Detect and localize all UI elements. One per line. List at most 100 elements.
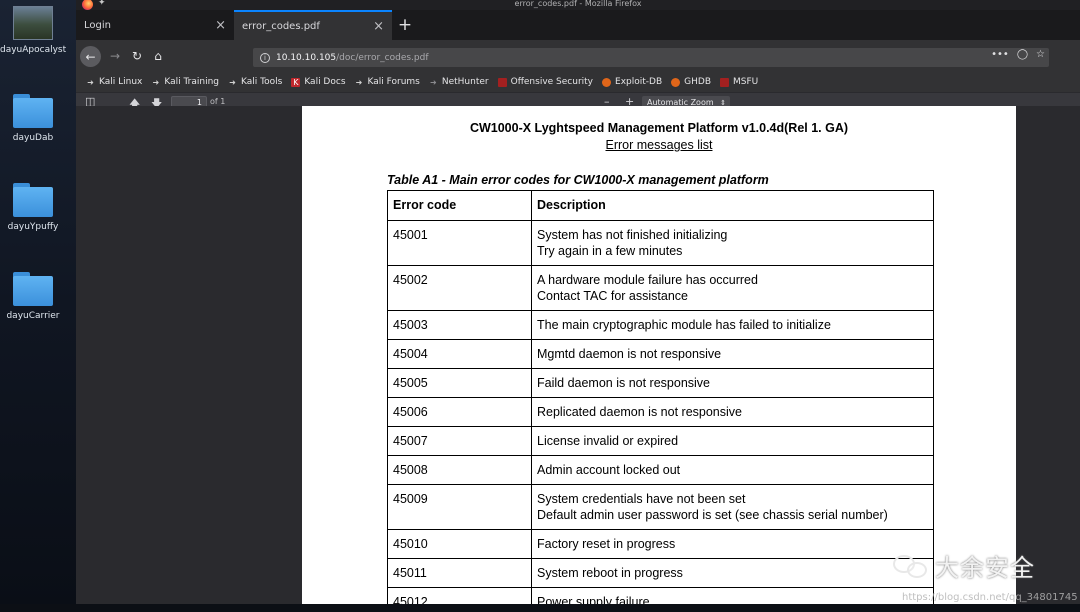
table-row: 45005 Faild daemon is not responsive — [387, 368, 934, 398]
back-button[interactable]: ← — [80, 46, 101, 67]
table-header-row: Error code Description — [387, 190, 934, 221]
close-tab-icon[interactable]: × — [373, 19, 384, 34]
table-row: 45012 Power supply failure — [387, 587, 934, 604]
bookmark-kali-forums[interactable]: ➜ Kali Forums — [355, 77, 420, 87]
nav-bar: ← → ↻ ⌂ i 10.10.10.105/doc/error_codes.p… — [76, 40, 1080, 72]
home-button[interactable]: ⌂ — [150, 48, 166, 64]
description-line: Contact TAC for assistance — [537, 289, 688, 303]
kali-dragon-icon: ➜ — [87, 77, 94, 87]
folder-icon — [13, 183, 53, 217]
bookmark-label: Kali Training — [164, 77, 220, 87]
firefox-window: ✦ error_codes.pdf - Mozilla Firefox Logi… — [76, 0, 1080, 604]
description-cell: System has not finished initializing Try … — [531, 220, 934, 266]
desktop-icon-dayuapocalyst[interactable]: dayuApocalyst — [0, 6, 66, 55]
error-codes-table: Error code Description 45001 System has n… — [387, 190, 934, 604]
description-cell: The main cryptographic module has failed… — [531, 310, 934, 340]
desktop-icon-dayuypuffy[interactable]: dayuYpuffy — [0, 183, 66, 232]
bookmark-label: Exploit-DB — [615, 77, 663, 87]
error-code-cell: 45010 — [387, 529, 532, 559]
description-line: Power supply failure — [537, 595, 650, 604]
bookmark-kali-training[interactable]: ➜ Kali Training — [151, 77, 220, 87]
desktop-icon-dayudab[interactable]: dayuDab — [0, 94, 66, 143]
table-row: 45011 System reboot in progress — [387, 558, 934, 588]
pdf-viewer[interactable]: CW1000-X Lyghtspeed Management Platform … — [76, 106, 1080, 604]
kali-dragon-icon: ➜ — [229, 77, 236, 87]
bookmark-label: Offensive Security — [510, 77, 594, 87]
description-line: The main cryptographic module has failed… — [537, 318, 831, 332]
desktop-panel — [0, 604, 1080, 612]
table-row: 45006 Replicated daemon is not responsive — [387, 397, 934, 427]
error-code-cell: 45004 — [387, 339, 532, 369]
tab-error-codes[interactable]: error_codes.pdf × — [234, 10, 392, 40]
tab-login[interactable]: Login × — [76, 10, 234, 40]
page-actions-icon[interactable]: ••• — [991, 49, 1009, 60]
bookmark-star-icon[interactable]: ☆ — [1036, 49, 1045, 60]
description-line: A hardware module failure has occurred — [537, 273, 758, 287]
reload-button[interactable]: ↻ — [129, 48, 145, 64]
table-caption: Table A1 - Main error codes for CW1000-X… — [387, 173, 769, 187]
description-cell: System reboot in progress — [531, 558, 934, 588]
window-title: error_codes.pdf - Mozilla Firefox — [514, 0, 642, 8]
description-cell: System credentials have not been set Defa… — [531, 484, 934, 530]
site-info-icon[interactable]: i — [260, 52, 270, 63]
bookmark-msfu[interactable]: MSFU — [720, 77, 758, 87]
table-row: 45002 A hardware module failure has occur… — [387, 265, 934, 311]
desktop-icon-label: dayuDab — [12, 133, 54, 143]
desktop-icon-dayucarrier[interactable]: dayuCarrier — [0, 272, 66, 321]
table-row: 45001 System has not finished initializin… — [387, 220, 934, 266]
bookmark-offensive-security[interactable]: Offensive Security — [497, 77, 594, 87]
desktop-icon-label: dayuYpuffy — [7, 222, 59, 232]
bookmark-nethunter[interactable]: ➜ NetHunter — [429, 77, 489, 87]
bookmark-kali-tools[interactable]: ➜ Kali Tools — [228, 77, 282, 87]
bookmark-label: Kali Linux — [99, 77, 143, 87]
description-cell: Power supply failure — [531, 587, 934, 604]
description-line: License invalid or expired — [537, 434, 679, 448]
bookmark-label: Kali Docs — [304, 77, 346, 87]
bookmark-kali-docs[interactable]: K Kali Docs — [291, 77, 346, 87]
bookmark-ghdb[interactable]: GHDB — [671, 77, 711, 87]
forward-button[interactable]: → — [107, 48, 123, 64]
url-host: 10.10.10.105 — [276, 52, 337, 63]
pocket-icon[interactable]: ◯ — [1017, 49, 1028, 60]
error-code-cell: 45003 — [387, 310, 532, 340]
document-title: CW1000-X Lyghtspeed Management Platform … — [469, 121, 849, 135]
close-tab-icon[interactable]: × — [215, 18, 226, 33]
url-bar[interactable]: i 10.10.10.105/doc/error_codes.pdf ••• ◯… — [253, 48, 1049, 67]
title-bar: ✦ error_codes.pdf - Mozilla Firefox — [76, 0, 1080, 10]
bookmarks-toolbar: ➜ Kali Linux ➜ Kali Training ➜ Kali Tools K… — [76, 72, 1080, 92]
error-code-cell: 45011 — [387, 558, 532, 588]
tab-bar: Login × error_codes.pdf × + — [76, 10, 1080, 40]
wechat-logo-icon — [893, 552, 929, 580]
column-header-description: Description — [531, 190, 934, 221]
tab-label: Login — [84, 19, 111, 31]
bookmark-label: MSFU — [733, 77, 759, 87]
table-row: 45009 System credentials have not been se… — [387, 484, 934, 530]
bookmark-label: NetHunter — [441, 77, 489, 87]
error-code-cell: 45005 — [387, 368, 532, 398]
description-line: System has not finished initializing — [537, 228, 728, 242]
desktop-icon-label: dayuApocalyst — [0, 45, 67, 55]
bookmark-kali-linux[interactable]: ➜ Kali Linux — [86, 77, 142, 87]
bookmark-exploit-db[interactable]: Exploit-DB — [602, 77, 662, 87]
page-count: of 1 — [210, 97, 226, 106]
tab-label: error_codes.pdf — [242, 20, 320, 32]
watermark: 大余安全 — [893, 548, 1035, 583]
error-code-cell: 45012 — [387, 587, 532, 604]
bookmark-label: Kali Tools — [241, 77, 283, 87]
offsec-icon — [497, 77, 507, 87]
description-line: System reboot in progress — [537, 566, 683, 580]
error-code-cell: 45001 — [387, 220, 532, 266]
table-body: 45001 System has not finished initializin… — [387, 220, 934, 604]
csdn-watermark: https://blog.csdn.net/qq_34801745 — [902, 592, 1078, 603]
table-row: 45007 License invalid or expired — [387, 426, 934, 456]
description-line: Default admin user password is set (see … — [537, 508, 888, 522]
table-row: 45010 Factory reset in progress — [387, 529, 934, 559]
exploitdb-icon — [602, 77, 612, 87]
new-tab-button[interactable]: + — [392, 10, 418, 40]
kali-docs-icon: K — [291, 77, 301, 87]
description-cell: Replicated daemon is not responsive — [531, 397, 934, 427]
description-line: Try again in a few minutes — [537, 244, 683, 258]
error-code-cell: 45009 — [387, 484, 532, 530]
description-cell: A hardware module failure has occurred Co… — [531, 265, 934, 311]
description-cell: License invalid or expired — [531, 426, 934, 456]
